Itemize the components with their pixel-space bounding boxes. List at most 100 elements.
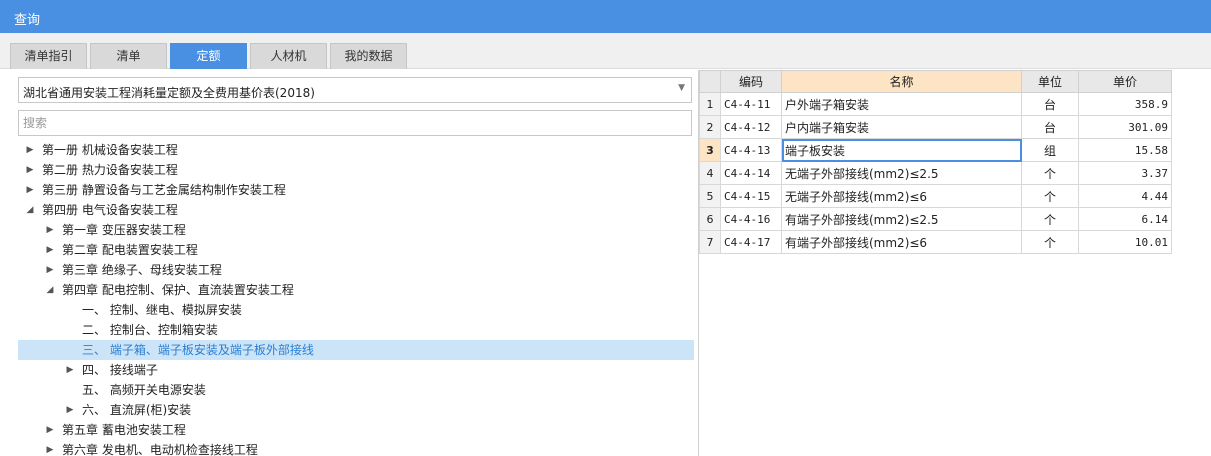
tree-item-label: 第六章 发电机、电动机检查接线工程 [62, 443, 258, 456]
row-number[interactable]: 5 [699, 184, 721, 208]
tree-item[interactable]: ▶ 第三章 绝缘子、母线安装工程 [18, 260, 694, 280]
tab-labor-material-machine[interactable]: 人材机 [250, 43, 327, 69]
name-cell[interactable]: 有端子外部接线(mm2)≤2.5 [781, 207, 1022, 231]
name-cell[interactable]: 无端子外部接线(mm2)≤2.5 [781, 161, 1022, 185]
library-select-value: 湖北省通用安装工程消耗量定额及全费用基价表(2018) [23, 86, 315, 100]
tree-item[interactable]: ▶ 第二章 配电装置安装工程 [18, 240, 694, 260]
code-cell[interactable]: C4-4-16 [720, 207, 782, 231]
tree-item-label: 第一册 机械设备安装工程 [42, 143, 178, 157]
table-row[interactable]: 5 C4-4-15 无端子外部接线(mm2)≤6 个 4.44 [699, 184, 1172, 208]
unit-cell[interactable]: 个 [1021, 230, 1079, 254]
row-number[interactable]: 2 [699, 115, 721, 139]
triangle-right-icon[interactable]: ▶ [44, 260, 56, 280]
price-header[interactable]: 单价 [1078, 70, 1172, 93]
tree-item[interactable]: 五、 高频开关电源安装 [18, 380, 694, 400]
quota-table: 编码 名称 单位 单价 1 C4-4-11 户外端子箱安装台 358.9 2 C4-4-1… [699, 70, 1172, 254]
name-cell[interactable]: 无端子外部接线(mm2)≤6 [781, 184, 1022, 208]
unit-cell[interactable]: 个 [1021, 207, 1079, 231]
tree-item[interactable]: 三、 端子箱、端子板安装及端子板外部接线 [18, 340, 694, 360]
unit-cell[interactable]: 个 [1021, 161, 1079, 185]
tree-item[interactable]: ▶ 第五章 蓄电池安装工程 [18, 420, 694, 440]
name-cell[interactable]: 户外端子箱安装 [781, 92, 1022, 116]
price-cell[interactable]: 3.37 [1078, 161, 1172, 185]
triangle-down-icon[interactable]: ◢ [44, 280, 56, 300]
triangle-right-icon[interactable]: ▶ [24, 180, 36, 200]
code-cell[interactable]: C4-4-15 [720, 184, 782, 208]
code-cell[interactable]: C4-4-14 [720, 161, 782, 185]
table-row[interactable]: 2 C4-4-12 户内端子箱安装台 301.09 [699, 115, 1172, 139]
tree-item-label: 第一章 变压器安装工程 [62, 223, 186, 237]
table-row[interactable]: 4 C4-4-14 无端子外部接线(mm2)≤2.5 个 3.37 [699, 161, 1172, 185]
tab-quota[interactable]: 定额 [170, 43, 247, 69]
name-cell[interactable]: 有端子外部接线(mm2)≤6 [781, 230, 1022, 254]
tree-item[interactable]: ◢ 第四章 配电控制、保护、直流装置安装工程 [18, 280, 694, 300]
tab-bill[interactable]: 清单 [90, 43, 167, 69]
triangle-right-icon[interactable]: ▶ [44, 240, 56, 260]
price-cell[interactable]: 358.9 [1078, 92, 1172, 116]
table-row[interactable]: 1 C4-4-11 户外端子箱安装台 358.9 [699, 92, 1172, 116]
unit-cell[interactable]: 组 [1021, 138, 1079, 162]
unit-header[interactable]: 单位 [1021, 70, 1079, 93]
tree-item[interactable]: ▶ 第一册 机械设备安装工程 [18, 140, 694, 160]
tree-item-label: 第二章 配电装置安装工程 [62, 243, 198, 257]
tree-item[interactable]: ▶ 第二册 热力设备安装工程 [18, 160, 694, 180]
code-cell[interactable]: C4-4-17 [720, 230, 782, 254]
row-number[interactable]: 6 [699, 207, 721, 231]
code-cell[interactable]: C4-4-12 [720, 115, 782, 139]
tree-item[interactable]: ◢ 第四册 电气设备安装工程 [18, 200, 694, 220]
code-cell[interactable]: C4-4-13 [720, 138, 782, 162]
chevron-down-icon: ▼ [678, 83, 685, 93]
tree-item-label: 第四册 电气设备安装工程 [42, 203, 178, 217]
price-cell[interactable]: 15.58 [1078, 138, 1172, 162]
name-cell[interactable]: 端子板安装 [781, 138, 1022, 162]
code-header[interactable]: 编码 [720, 70, 782, 93]
triangle-right-icon[interactable]: ▶ [64, 400, 76, 420]
tree-item[interactable]: 二、 控制台、控制箱安装 [18, 320, 694, 340]
name-cell[interactable]: 户内端子箱安装 [781, 115, 1022, 139]
tree-item-label: 四、 接线端子 [82, 363, 158, 377]
triangle-right-icon[interactable]: ▶ [44, 420, 56, 440]
code-cell[interactable]: C4-4-11 [720, 92, 782, 116]
tree-item-label: 一、 控制、继电、模拟屏安装 [82, 303, 242, 317]
table-header-row: 编码 名称 单位 单价 [699, 70, 1172, 93]
name-header[interactable]: 名称 [781, 70, 1022, 93]
table-row[interactable]: 6 C4-4-16 有端子外部接线(mm2)≤2.5 个 6.14 [699, 207, 1172, 231]
unit-cell[interactable]: 台 [1021, 92, 1079, 116]
unit-cell[interactable]: 台 [1021, 115, 1079, 139]
triangle-down-icon[interactable]: ◢ [24, 200, 36, 220]
price-cell[interactable]: 301.09 [1078, 115, 1172, 139]
price-cell[interactable]: 4.44 [1078, 184, 1172, 208]
triangle-right-icon[interactable]: ▶ [24, 140, 36, 160]
tree-item-label: 二、 控制台、控制箱安装 [82, 323, 218, 337]
tree-item[interactable]: ▶ 六、 直流屏(柜)安装 [18, 400, 694, 420]
window-title: 查询 [14, 13, 41, 28]
triangle-right-icon[interactable]: ▶ [64, 360, 76, 380]
tree-item[interactable]: ▶ 第三册 静置设备与工艺金属结构制作安装工程 [18, 180, 694, 200]
table-row[interactable]: 7 C4-4-17 有端子外部接线(mm2)≤6 个 10.01 [699, 230, 1172, 254]
tree-item-label: 第二册 热力设备安装工程 [42, 163, 178, 177]
table-row[interactable]: 3 C4-4-13 端子板安装组 15.58 [699, 138, 1172, 162]
tab-my-data[interactable]: 我的数据 [330, 43, 407, 69]
tree-item[interactable]: ▶ 第六章 发电机、电动机检查接线工程 [18, 440, 694, 456]
tree-item-label: 六、 直流屏(柜)安装 [82, 403, 192, 417]
triangle-right-icon[interactable]: ▶ [44, 440, 56, 456]
library-select[interactable]: 湖北省通用安装工程消耗量定额及全费用基价表(2018) ▼ [18, 77, 692, 103]
tab-bill-guide[interactable]: 清单指引 [10, 43, 87, 69]
tree-item[interactable]: 一、 控制、继电、模拟屏安装 [18, 300, 694, 320]
tree-item-label: 三、 端子箱、端子板安装及端子板外部接线 [82, 343, 314, 357]
title-bar: 查询 [0, 0, 1211, 33]
price-cell[interactable]: 10.01 [1078, 230, 1172, 254]
row-number[interactable]: 1 [699, 92, 721, 116]
row-number[interactable]: 3 [699, 138, 721, 162]
unit-cell[interactable]: 个 [1021, 184, 1079, 208]
triangle-right-icon[interactable]: ▶ [24, 160, 36, 180]
tree-item[interactable]: ▶ 四、 接线端子 [18, 360, 694, 380]
tree-item-label: 第五章 蓄电池安装工程 [62, 423, 186, 437]
price-cell[interactable]: 6.14 [1078, 207, 1172, 231]
row-number[interactable]: 4 [699, 161, 721, 185]
tree-item[interactable]: ▶ 第一章 变压器安装工程 [18, 220, 694, 240]
search-input[interactable] [18, 110, 692, 136]
triangle-right-icon[interactable]: ▶ [44, 220, 56, 240]
row-number[interactable]: 7 [699, 230, 721, 254]
tab-bar: 清单指引 清单 定额 人材机 我的数据 [0, 33, 1211, 69]
